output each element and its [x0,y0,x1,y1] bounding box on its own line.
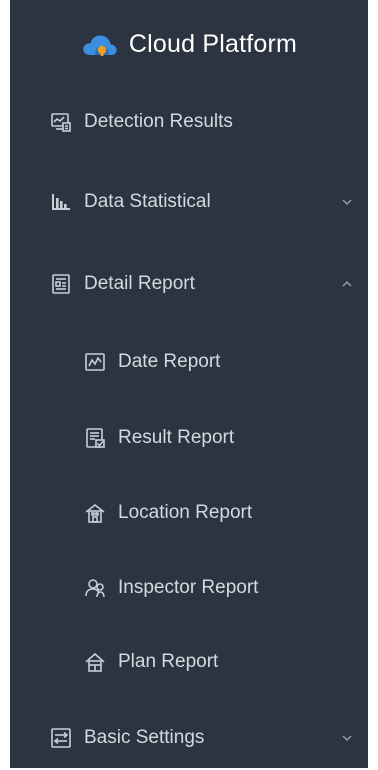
submenu-item-label: Date Report [118,351,221,372]
menu-item-detection-results[interactable]: Detection Results [10,90,368,154]
menu-item-data-statistical[interactable]: Data Statistical [10,170,368,234]
menu-item-label: Data Statistical [84,191,211,212]
chevron-down-icon[interactable] [340,195,354,209]
report-icon [50,273,72,295]
settings-sliders-icon [50,727,72,749]
bar-chart-icon [50,191,72,213]
chevron-up-icon[interactable] [340,277,354,291]
document-icon [84,427,106,449]
submenu-item-result-report[interactable]: Result Report [10,406,368,470]
menu-item-label: Basic Settings [84,727,205,748]
submenu-item-label: Inspector Report [118,577,259,598]
menu-item-detail-report[interactable]: Detail Report [10,252,368,316]
submenu-item-label: Result Report [118,427,235,448]
submenu-item-location-report[interactable]: Location Report [10,481,368,545]
house-icon [84,651,106,673]
submenu-item-label: Plan Report [118,651,219,672]
building-icon [84,502,106,524]
brand-header[interactable]: Cloud Platform [10,0,368,88]
cloud-logo-icon [83,35,117,56]
line-chart-icon [84,351,106,373]
submenu-item-inspector-report[interactable]: Inspector Report [10,556,368,620]
brand-title: Cloud Platform [128,29,298,58]
users-icon [84,577,106,599]
menu-item-label: Detection Results [84,111,233,132]
menu-item-label: Detail Report [84,273,195,294]
sidebar: Cloud Platform Detection Results Data St… [10,0,368,768]
menu-item-basic-settings[interactable]: Basic Settings [10,706,368,770]
chevron-down-icon[interactable] [340,731,354,745]
submenu-item-plan-report[interactable]: Plan Report [10,630,368,694]
submenu-item-date-report[interactable]: Date Report [10,330,368,394]
monitor-chart-icon [50,111,72,133]
submenu-item-label: Location Report [118,502,253,523]
